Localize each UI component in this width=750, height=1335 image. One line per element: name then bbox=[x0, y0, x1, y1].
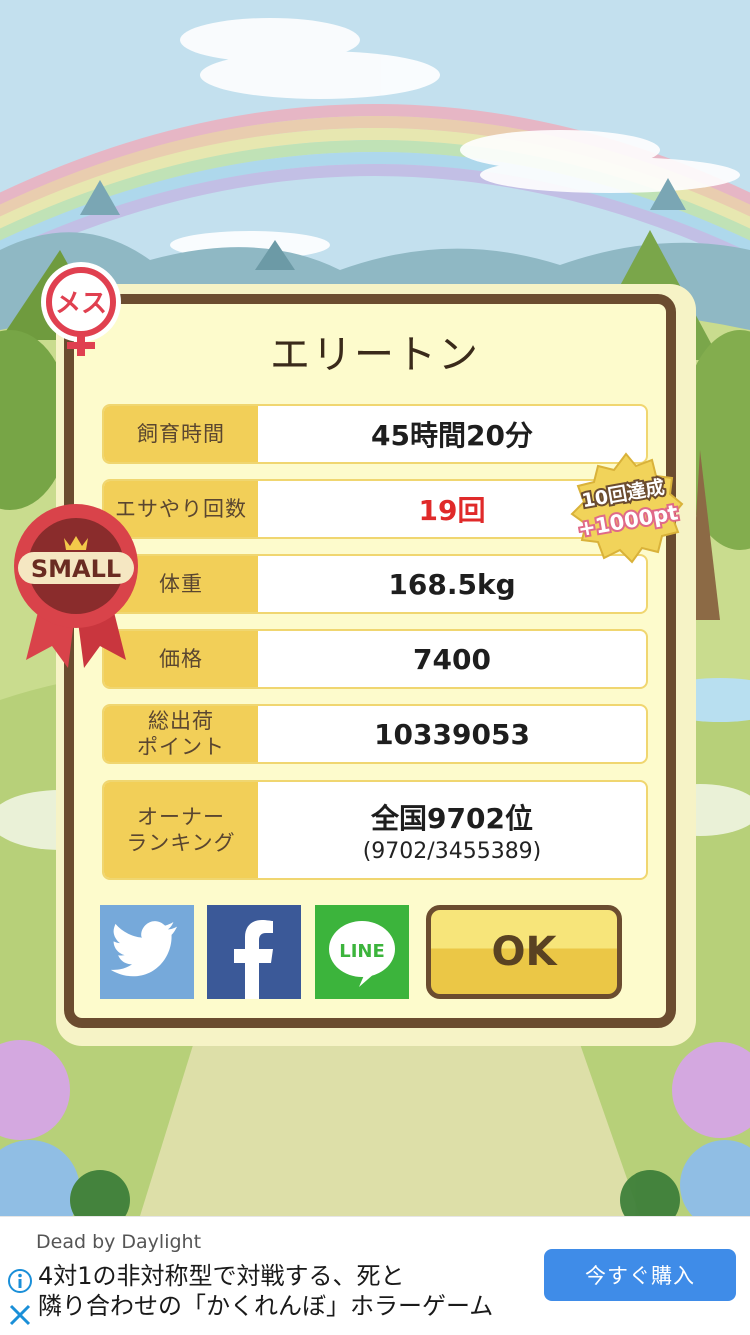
stat-value: 10339053 bbox=[374, 717, 530, 751]
ad-copy: 4対1の非対称型で対戦する、死と 隣り合わせの「かくれんぼ」ホラーゲーム bbox=[38, 1261, 493, 1321]
twitter-bird-icon bbox=[110, 921, 178, 977]
ranking-value: 全国9702位 bbox=[371, 801, 533, 835]
stat-row-feed-count: エサやり回数 19回 bbox=[102, 479, 648, 539]
stat-value-group: 全国9702位 (9702/3455389) bbox=[258, 782, 646, 878]
ad-info-icon[interactable] bbox=[6, 1267, 34, 1295]
bonus-starburst-badge: 10回達成 +1000pt bbox=[570, 452, 684, 564]
stat-label: オーナー ランキング bbox=[104, 782, 258, 878]
facebook-f-icon bbox=[234, 920, 273, 999]
stat-row-shipping-points: 総出荷 ポイント 10339053 bbox=[102, 704, 648, 764]
stat-row-breeding-time: 飼育時間 45時間20分 bbox=[102, 404, 648, 464]
ad-cta-button[interactable]: 今すぐ購入 bbox=[544, 1249, 736, 1301]
ok-button[interactable]: OK bbox=[426, 905, 622, 999]
stat-label: 飼育時間 bbox=[104, 406, 258, 462]
facebook-share-button[interactable] bbox=[207, 905, 301, 999]
ranking-detail: (9702/3455389) bbox=[362, 838, 542, 864]
size-ribbon-icon: SMALL bbox=[14, 504, 138, 668]
line-label: LINE bbox=[339, 941, 385, 962]
stat-label: 総出荷 ポイント bbox=[104, 706, 258, 762]
line-share-button[interactable]: LINE bbox=[315, 905, 409, 999]
stat-value: 7400 bbox=[413, 642, 491, 676]
gender-badge-label: メス bbox=[55, 289, 107, 319]
ad-copy-line2: 隣り合わせの「かくれんぼ」ホラーゲーム bbox=[38, 1292, 494, 1320]
stat-row-owner-ranking: オーナー ランキング 全国9702位 (9702/3455389) bbox=[102, 780, 648, 880]
stat-row-weight: 体重 168.5kg bbox=[102, 554, 648, 614]
ad-advertiser: Dead by Daylight bbox=[36, 1231, 202, 1253]
pet-name: エリートン bbox=[270, 332, 480, 378]
female-badge-icon: メス bbox=[41, 262, 121, 356]
ad-close-icon[interactable] bbox=[6, 1301, 34, 1329]
ad-copy-line1: 4対1の非対称型で対戦する、死と bbox=[38, 1262, 405, 1290]
ad-banner[interactable]: Dead by Daylight 4対1の非対称型で対戦する、死と 隣り合わせの… bbox=[0, 1216, 750, 1335]
twitter-share-button[interactable] bbox=[100, 905, 194, 999]
stat-row-price: 価格 7400 bbox=[102, 629, 648, 689]
line-logo-icon: LINE bbox=[329, 921, 395, 987]
size-badge-label: SMALL bbox=[31, 555, 121, 583]
